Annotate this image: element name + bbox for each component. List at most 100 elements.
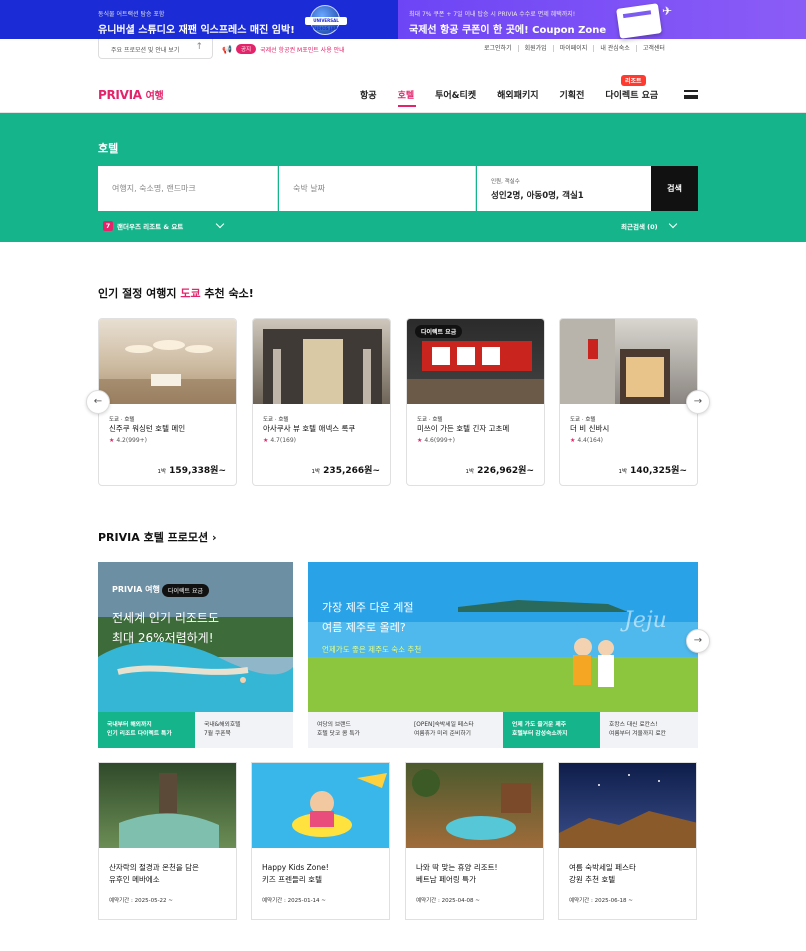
top-banner-coupon[interactable]: 최대 7% 쿠폰 + 7일 이내 탑승 시 PRIVIA 수수료 면제 혜택까지… xyxy=(398,0,806,39)
chevron-right-icon: › xyxy=(211,531,217,544)
main-nav: 항공 호텔 투어&티켓 해외패키지 기획전 다이렉트 요금 xyxy=(360,88,679,101)
resort-badge: 리조트 xyxy=(621,75,646,86)
promo-tab[interactable]: [OPEN]숙박세일 페스타 여름휴가 미리 준비하기 xyxy=(405,712,503,748)
onsen-image xyxy=(99,763,236,848)
hotel-card[interactable]: 도쿄 · 호텔 더 비 신바시 ★ 4.4(164) 1박 140,325원~ xyxy=(559,318,698,486)
utility-links: 로그인하기 회원가입 마이페이지 내 관심숙소 고객센터 xyxy=(478,45,671,52)
hotel-rating: ★ 4.7(169) xyxy=(263,437,296,444)
favorites-link[interactable]: 내 관심숙소 xyxy=(594,45,637,52)
main-promo-toggle[interactable]: 주요 프로모션 및 안내 보기 ↑ xyxy=(98,39,213,59)
hotel-image: 다이렉트 요금 xyxy=(407,319,544,404)
universal-globe-logo: UNIVERSAL STUDIOS JAPAN xyxy=(305,5,347,35)
nav-direct-rate[interactable]: 다이렉트 요금 xyxy=(605,88,658,101)
airplane-icon: ✈ xyxy=(662,4,673,18)
promo-card[interactable]: 산자락의 절경과 온천을 담은 유후인 메바에소 예약기간 : 2025-05-2… xyxy=(98,762,237,920)
promo-logo: PRIVIA 여행 xyxy=(112,585,160,594)
customer-center-link[interactable]: 고객센터 xyxy=(637,45,671,52)
promo-card-title: 산자락의 절경과 온천을 담은 유후인 메바에소 xyxy=(109,863,199,884)
privia-logo[interactable]: PRIVIA 여행 xyxy=(98,87,164,102)
search-button[interactable]: 검색 xyxy=(651,166,698,211)
nav-overseas-package[interactable]: 해외패키지 xyxy=(497,88,538,101)
hotel-image xyxy=(253,319,390,404)
notice-bar[interactable]: 📢 공지 국제선 항공권 M포인트 사용 안내 xyxy=(222,44,345,54)
active-nav-indicator xyxy=(398,105,416,107)
destination-input[interactable]: 여행지, 숙소명, 랜드마크 xyxy=(98,166,278,211)
guests-label: 인원, 객실수 xyxy=(491,179,520,185)
promo-card-title: Happy Kids Zone! 키즈 프렌들리 호텔 xyxy=(262,863,329,884)
notice-tag: 공지 xyxy=(235,44,257,54)
hotel-name: 더 비 신바시 xyxy=(570,424,610,433)
main-promo-label: 주요 프로모션 및 안내 보기 xyxy=(111,47,180,54)
guests-selector[interactable]: 인원, 객실수 성인2명, 아동0명, 객실1 xyxy=(477,166,651,211)
hotel-card[interactable]: 다이렉트 요금 도쿄 · 호텔 미쓰이 가든 호텔 긴자 고초메 ★ 4.6(9… xyxy=(406,318,545,486)
date-input[interactable]: 숙박 날짜 xyxy=(279,166,476,211)
mypage-link[interactable]: 마이페이지 xyxy=(554,45,595,52)
carousel-next-button[interactable]: → xyxy=(686,390,710,414)
signup-link[interactable]: 회원가입 xyxy=(519,45,554,52)
hotel-rating: ★ 4.6(999+) xyxy=(417,437,456,444)
hotel-price: 1박 159,338원~ xyxy=(157,466,226,476)
carousel-prev-button[interactable]: ← xyxy=(86,390,110,414)
promo-tab[interactable]: 국내부터 해외까지 인기 리조트 다이렉트 특가 xyxy=(98,712,195,748)
coupon-card-image xyxy=(616,3,662,39)
hotel-location: 도쿄 · 호텔 xyxy=(417,417,443,423)
promo-card[interactable]: Happy Kids Zone! 키즈 프렌들리 호텔 예약기간 : 2025-0… xyxy=(251,762,390,920)
chevron-down-icon xyxy=(668,219,677,229)
promo-tab[interactable]: 언제 가도 즐거운 제주 호텔부터 감성숙소까지 xyxy=(503,712,600,748)
hotel-name: 아사쿠사 뷰 호텔 애넥스 록쿠 xyxy=(263,424,356,433)
hotel-card[interactable]: 도쿄 · 호텔 아사쿠사 뷰 호텔 애넥스 록쿠 ★ 4.7(169) 1박 2… xyxy=(252,318,391,486)
megaphone-icon: 📢 xyxy=(222,44,232,54)
hotel-card[interactable]: 도쿄 · 호텔 신주쿠 워싱턴 호텔 메인 ★ 4.2(999+) 1박 159… xyxy=(98,318,237,486)
nav-special[interactable]: 기획전 xyxy=(560,88,585,101)
chevron-down-icon xyxy=(216,219,225,229)
promo-tab[interactable]: 호캉스 대신 료칸스! 여름부터 겨울까지 료칸 xyxy=(600,712,698,748)
promo-card[interactable]: 나와 딱 맞는 휴양 리조트! 베트남 페어링 특가 예약기간 : 2025-04… xyxy=(405,762,544,920)
promo-card-date: 예약기간 : 2025-06-18 ~ xyxy=(569,898,633,904)
menu-icon[interactable] xyxy=(684,90,698,99)
direct-rate-tag: 다이렉트 요금 xyxy=(415,325,463,338)
hotel-location: 도쿄 · 호텔 xyxy=(570,417,596,423)
hotel-location: 도쿄 · 호텔 xyxy=(263,417,289,423)
banner-headline: 유니버셜 스튜디오 재팬 익스프레스 매진 임박! xyxy=(98,25,295,36)
promo-card[interactable]: 여름 숙박세일 페스타 강원 추천 호텔 예약기간 : 2025-06-18 ~ xyxy=(558,762,697,920)
star-icon: ★ xyxy=(109,437,115,444)
nav-tour-ticket[interactable]: 투어&티켓 xyxy=(435,88,476,101)
search-title: 호텔 xyxy=(98,142,119,155)
hotel-image xyxy=(99,319,236,404)
hotel-price: 1박 226,962원~ xyxy=(465,466,534,476)
arrow-left-icon: ← xyxy=(93,396,103,407)
nav-flight[interactable]: 항공 xyxy=(360,88,377,101)
banner-subtext: 최대 7% 쿠폰 + 7일 이내 탑승 시 PRIVIA 수수료 면제 혜택까지… xyxy=(409,11,576,18)
promo-number-badge: 7 xyxy=(103,221,113,231)
promo-next-button[interactable]: → xyxy=(686,629,710,653)
kids-pool-image xyxy=(252,763,389,848)
promo-banner-jeju[interactable]: 가장 제주 다운 계절 여름 제주로 올레? 언제가도 좋은 제주도 숙소 추천… xyxy=(308,562,698,712)
login-link[interactable]: 로그인하기 xyxy=(478,45,519,52)
hotel-image xyxy=(560,319,697,404)
promo-tab[interactable]: 여당의 브랜드 호텔 닷코 콤 특가 xyxy=(308,712,405,748)
search-promo-dropdown[interactable]: 7 랜더우즈 리조트 & 요트 xyxy=(103,219,225,231)
promo-tab[interactable]: 국내&해외호텔 7월 쿠폰북 xyxy=(195,712,293,748)
promo-card-date: 예약기간 : 2025-04-08 ~ xyxy=(416,898,480,904)
hotel-rating: ★ 4.4(164) xyxy=(570,437,603,444)
promotion-section-title[interactable]: PRIVIA 호텔 프로모션 › xyxy=(98,529,217,545)
nav-hotel[interactable]: 호텔 xyxy=(398,88,415,101)
promo-banner-resort[interactable]: PRIVIA 여행 다이렉트 요금 전세계 인기 리조트도 최대 26%저렴하게… xyxy=(98,562,293,712)
banner-subtext: 동식물 어트랙션 탐승 포함 xyxy=(98,11,165,18)
promo-card-title: 여름 숙박세일 페스타 강원 추천 호텔 xyxy=(569,863,636,884)
recent-search-dropdown[interactable]: 최근검색 (0) xyxy=(621,219,677,231)
star-icon: ★ xyxy=(263,437,269,444)
banner-headline: 국제선 항공 쿠폰이 한 곳에! Coupon Zone xyxy=(409,25,607,36)
notice-text: 국제선 항공권 M포인트 사용 안내 xyxy=(260,46,345,54)
star-icon: ★ xyxy=(570,437,576,444)
jeju-script-text: Jeju xyxy=(624,608,667,633)
promo-headline: 전세계 인기 리조트도 최대 26%저렴하게! xyxy=(112,611,219,645)
promo-headline: 가장 제주 다운 계절 여름 제주로 올레? xyxy=(322,601,414,634)
promo-card-date: 예약기간 : 2025-05-22 ~ xyxy=(109,898,173,904)
hotel-rating: ★ 4.2(999+) xyxy=(109,437,148,444)
top-banner-usj[interactable]: 동식물 어트랙션 탐승 포함 유니버셜 스튜디오 재팬 익스프레스 매진 임박!… xyxy=(0,0,398,39)
hotel-price: 1박 235,266원~ xyxy=(311,466,380,476)
arrow-right-icon: → xyxy=(693,396,703,407)
arrow-up-icon: ↑ xyxy=(195,42,203,52)
hotel-location: 도쿄 · 호텔 xyxy=(109,417,135,423)
